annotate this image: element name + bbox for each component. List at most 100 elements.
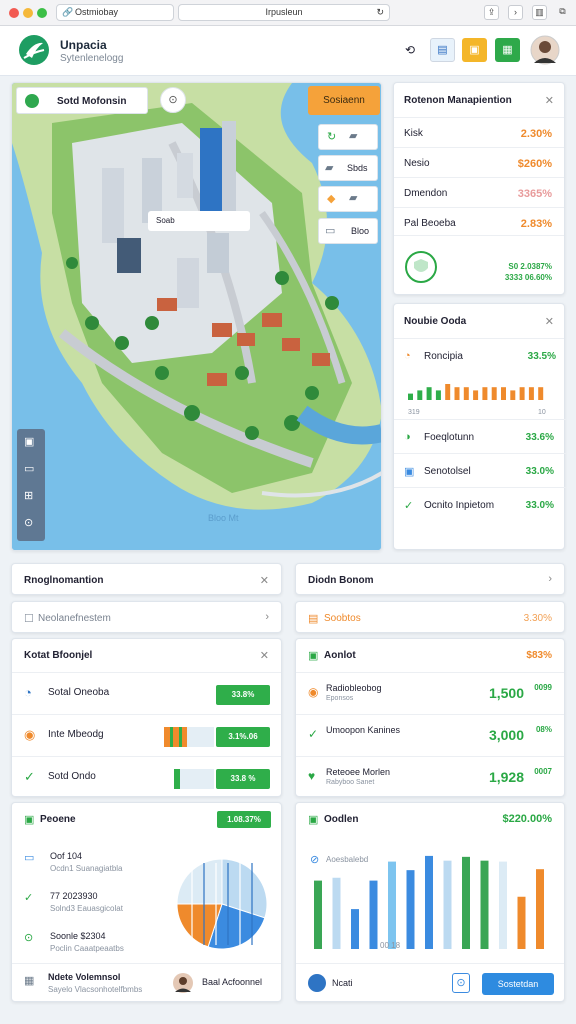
chevron-right-icon[interactable]: › (548, 573, 552, 585)
road-tag-label: Sbds (347, 163, 368, 173)
compass-icon[interactable]: ⊙ (160, 87, 186, 113)
road-tag-label: Bloo (351, 226, 370, 236)
folder-icon[interactable]: ▣ (462, 38, 487, 62)
row-sub: Ocdn1 Suanagiatbla (50, 864, 123, 873)
close-dot[interactable] (9, 8, 19, 18)
address-bar[interactable]: Irpusleun ↻ (178, 4, 390, 21)
chevron-right-icon[interactable]: › (265, 611, 269, 623)
value-pill: 33.8% (216, 685, 270, 705)
card-title: Aonlot (324, 650, 356, 661)
car-icon: ▰ (325, 162, 334, 174)
location-icon (25, 94, 39, 108)
metric-row[interactable]: Pal Beoeba 2.83% (394, 207, 564, 237)
forward-icon[interactable]: › (508, 5, 523, 20)
check-icon: ✓ (24, 892, 34, 904)
stat-row[interactable]: ✓ Ocnito Inpietom 33.0% (394, 487, 566, 521)
chart-icon[interactable]: ▦ (495, 38, 520, 62)
stat-row[interactable]: ▣ Senotolsel 33.0% (394, 453, 566, 487)
checkbox-icon[interactable]: ☐ (24, 612, 34, 625)
truck-icon: ▰ (349, 130, 358, 142)
mini-bar (482, 387, 488, 400)
submit-button[interactable]: Sostetdan (482, 973, 554, 995)
sync-icon[interactable]: ⟲ (405, 43, 415, 57)
refresh-icon: ↻ (327, 131, 337, 143)
map-watermark: Bloo Mt (208, 513, 239, 523)
map-popup[interactable]: Soab (148, 211, 250, 231)
avatar[interactable] (530, 35, 560, 65)
metric-label: Dmendon (404, 188, 448, 199)
bar (462, 856, 470, 949)
mini-bar (426, 387, 432, 400)
drop-icon: ◔ (24, 685, 32, 700)
calendar-icon[interactable]: ▤ (430, 38, 455, 62)
maximize-dot[interactable] (37, 8, 47, 18)
stat-row[interactable]: ◑ Foeqlotunn 33.6% (394, 419, 566, 453)
minimize-dot[interactable] (23, 8, 33, 18)
status-badge[interactable]: Sosiaenn (308, 86, 380, 115)
aonlot-row[interactable]: ◉ Radiobleobog Eponsos 1,500 0099 (296, 672, 564, 714)
card-pill[interactable]: 1.08.37% (217, 811, 271, 828)
bar-chart (314, 855, 544, 949)
metric-row[interactable]: Kisk 2.30% (394, 117, 564, 147)
stat-value: 33.6% (525, 432, 554, 443)
metric-value: 3365% (517, 188, 552, 200)
layers-icon[interactable]: ▣ (24, 435, 34, 448)
map-tag-2[interactable]: ◆ ▰ (318, 186, 378, 212)
avatar[interactable] (172, 972, 194, 994)
clock-icon: ◉ (308, 685, 319, 699)
map-tag-3[interactable]: ▭ Bloo (318, 218, 378, 244)
card-soobtos[interactable]: ▤ Soobtos 3.30% (295, 601, 565, 633)
mini-bar (445, 384, 451, 400)
bar (536, 869, 544, 949)
footer-line-2: 3333 06.60% (504, 273, 552, 282)
mini-bar (435, 390, 441, 400)
share-icon[interactable]: ⇪ (484, 5, 499, 20)
kotat-row[interactable]: ◔ Sotal Oneoba 33.8% (12, 672, 281, 714)
bar (314, 880, 322, 949)
reload-icon[interactable]: ↻ (376, 5, 384, 20)
metric-value: $260% (517, 158, 552, 170)
stat-label: Foeqlotunn (424, 432, 475, 443)
card-diodn[interactable]: Diodn Bonom › (295, 563, 565, 595)
info-icon[interactable]: ⊙ (24, 516, 33, 529)
card-rnogl[interactable]: Rnoglnomantion ✕ (11, 563, 282, 595)
close-icon[interactable]: ✕ (260, 649, 269, 662)
chat-icon: ◑ (404, 431, 411, 443)
mini-bar (519, 387, 525, 400)
bar (332, 877, 341, 949)
bar (425, 855, 433, 949)
lock-icon[interactable]: ⊙ (452, 973, 470, 993)
zoom-icon[interactable]: ▭ (24, 462, 34, 475)
metric-row[interactable]: Nesio $260% (394, 147, 564, 177)
peoene-row[interactable]: ▭ Oof 104 Ocdn1 Suanagiatbla (24, 849, 174, 885)
close-icon[interactable]: ✕ (260, 574, 269, 587)
kotat-row[interactable]: ◉ Inte Mbeodg 3.1%.06 (12, 714, 281, 756)
mini-bar (473, 390, 479, 400)
card-neolan[interactable]: ☐ Neolanefnestem › (11, 601, 282, 633)
map-tag-1[interactable]: ▰ Sbds (318, 155, 378, 181)
aonlot-row[interactable]: ♥ Reteoee Morlen Rabyboo Sanet 1,928 0007 (296, 756, 564, 798)
metric-row[interactable]: Dmendon 3365% (394, 177, 564, 207)
map-panel[interactable]: Sotd Mofonsin ⊙ Sosiaenn Soab ↻ ▰ ▰ Sbds ◆… (11, 82, 382, 551)
card-icon: ▭ (24, 852, 35, 864)
peoene-row[interactable]: ✓ 77 2023930 Solnd3 Eauasgicolat (24, 889, 174, 925)
aonlot-row[interactable]: ✓ Umoopon Kanines 3,000 08% (296, 714, 564, 756)
close-icon[interactable]: ✕ (545, 315, 554, 328)
tabs-icon[interactable]: ⧉ (555, 5, 570, 20)
card-title: Rnoglnomantion (24, 575, 104, 586)
wave-icon: ✓ (24, 769, 35, 784)
map-search[interactable]: Sotd Mofonsin (16, 87, 148, 114)
kotat-row[interactable]: ✓ Sotd Ondo 33.8 % (12, 756, 281, 798)
address-text: Irpusleun (265, 7, 303, 17)
peoene-row[interactable]: ⊙ Soonle $2304 Poclin Caaatpeaatbs (24, 929, 174, 965)
close-icon[interactable]: ✕ (545, 94, 554, 107)
tab-title: Ostmiobay (75, 7, 119, 17)
mini-bar (408, 393, 413, 400)
progress-bar (164, 727, 214, 747)
row-value: 1,500 (488, 685, 524, 701)
map-layer-button[interactable]: ↻ ▰ (318, 124, 378, 150)
browser-tab[interactable]: 🔗 Ostmiobay (56, 4, 174, 21)
pin-icon[interactable]: ⊞ (24, 489, 33, 502)
map-toolbar: ▣ ▭ ⊞ ⊙ (17, 429, 45, 541)
sidebar-icon[interactable]: ▥ (532, 5, 547, 20)
